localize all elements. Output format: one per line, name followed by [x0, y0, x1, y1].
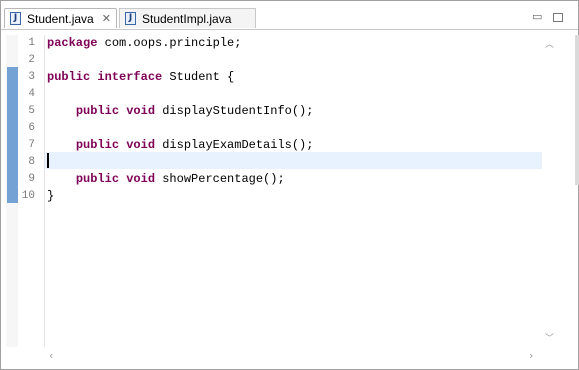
maximize-icon[interactable]: [553, 13, 563, 22]
code-keyword: public void: [75, 138, 156, 152]
code-text: Student {: [162, 70, 235, 84]
code-keyword: public void: [75, 172, 156, 186]
close-icon[interactable]: ✕: [102, 12, 111, 25]
code-text: displayStudentInfo();: [155, 104, 314, 118]
java-file-icon: J: [125, 12, 136, 25]
change-marker: [7, 67, 18, 203]
code-line[interactable]: public interface Student {: [47, 69, 234, 86]
scroll-right-icon[interactable]: ›: [529, 349, 533, 362]
tab-bar: J Student.java ✕ J StudentImpl.java ▭: [1, 1, 578, 30]
editor-window: J Student.java ✕ J StudentImpl.java ▭ 1p…: [0, 0, 579, 370]
code-text: com.oops.principle;: [97, 36, 242, 50]
window-edge: [575, 35, 579, 185]
tab-label: Student.java: [27, 11, 94, 26]
code-line[interactable]: package com.oops.principle;: [47, 35, 241, 52]
current-line-highlight: [45, 152, 542, 169]
tab-label: StudentImpl.java: [142, 11, 232, 26]
code-line[interactable]: }: [47, 188, 54, 205]
line-number: 4: [28, 88, 35, 100]
line-number: 9: [28, 173, 35, 185]
scroll-left-icon[interactable]: ‹: [49, 349, 53, 362]
code-line[interactable]: public void displayExamDetails();: [47, 137, 314, 154]
line-number: 2: [28, 54, 35, 66]
java-file-icon: J: [10, 12, 21, 25]
text-caret: [47, 153, 49, 168]
code-line[interactable]: public void showPercentage();: [47, 171, 285, 188]
vertical-scrollbar[interactable]: ︿ ﹀: [542, 35, 559, 347]
code-line[interactable]: public void displayStudentInfo();: [47, 103, 314, 120]
line-number: 6: [28, 122, 35, 134]
minimize-icon[interactable]: ▭: [532, 10, 542, 23]
scroll-down-icon[interactable]: ﹀: [545, 331, 554, 344]
code-keyword: public void: [75, 104, 156, 118]
code-text: showPercentage();: [155, 172, 285, 186]
horizontal-scrollbar[interactable]: ‹ ›: [45, 347, 542, 364]
line-number: 8: [28, 156, 35, 168]
code-keyword: public interface: [47, 70, 163, 84]
line-number: 1: [28, 37, 35, 49]
line-number: 3: [28, 71, 35, 83]
tab-student-java[interactable]: J Student.java ✕: [4, 8, 117, 28]
line-number: 10: [21, 190, 35, 202]
code-text: }: [47, 189, 55, 203]
code-keyword: package: [47, 36, 98, 50]
tab-studentimpl-java[interactable]: J StudentImpl.java: [119, 8, 256, 28]
line-number: 7: [28, 139, 35, 151]
code-text: displayExamDetails();: [155, 138, 314, 152]
line-number: 5: [28, 105, 35, 117]
scroll-up-icon[interactable]: ︿: [545, 37, 554, 50]
